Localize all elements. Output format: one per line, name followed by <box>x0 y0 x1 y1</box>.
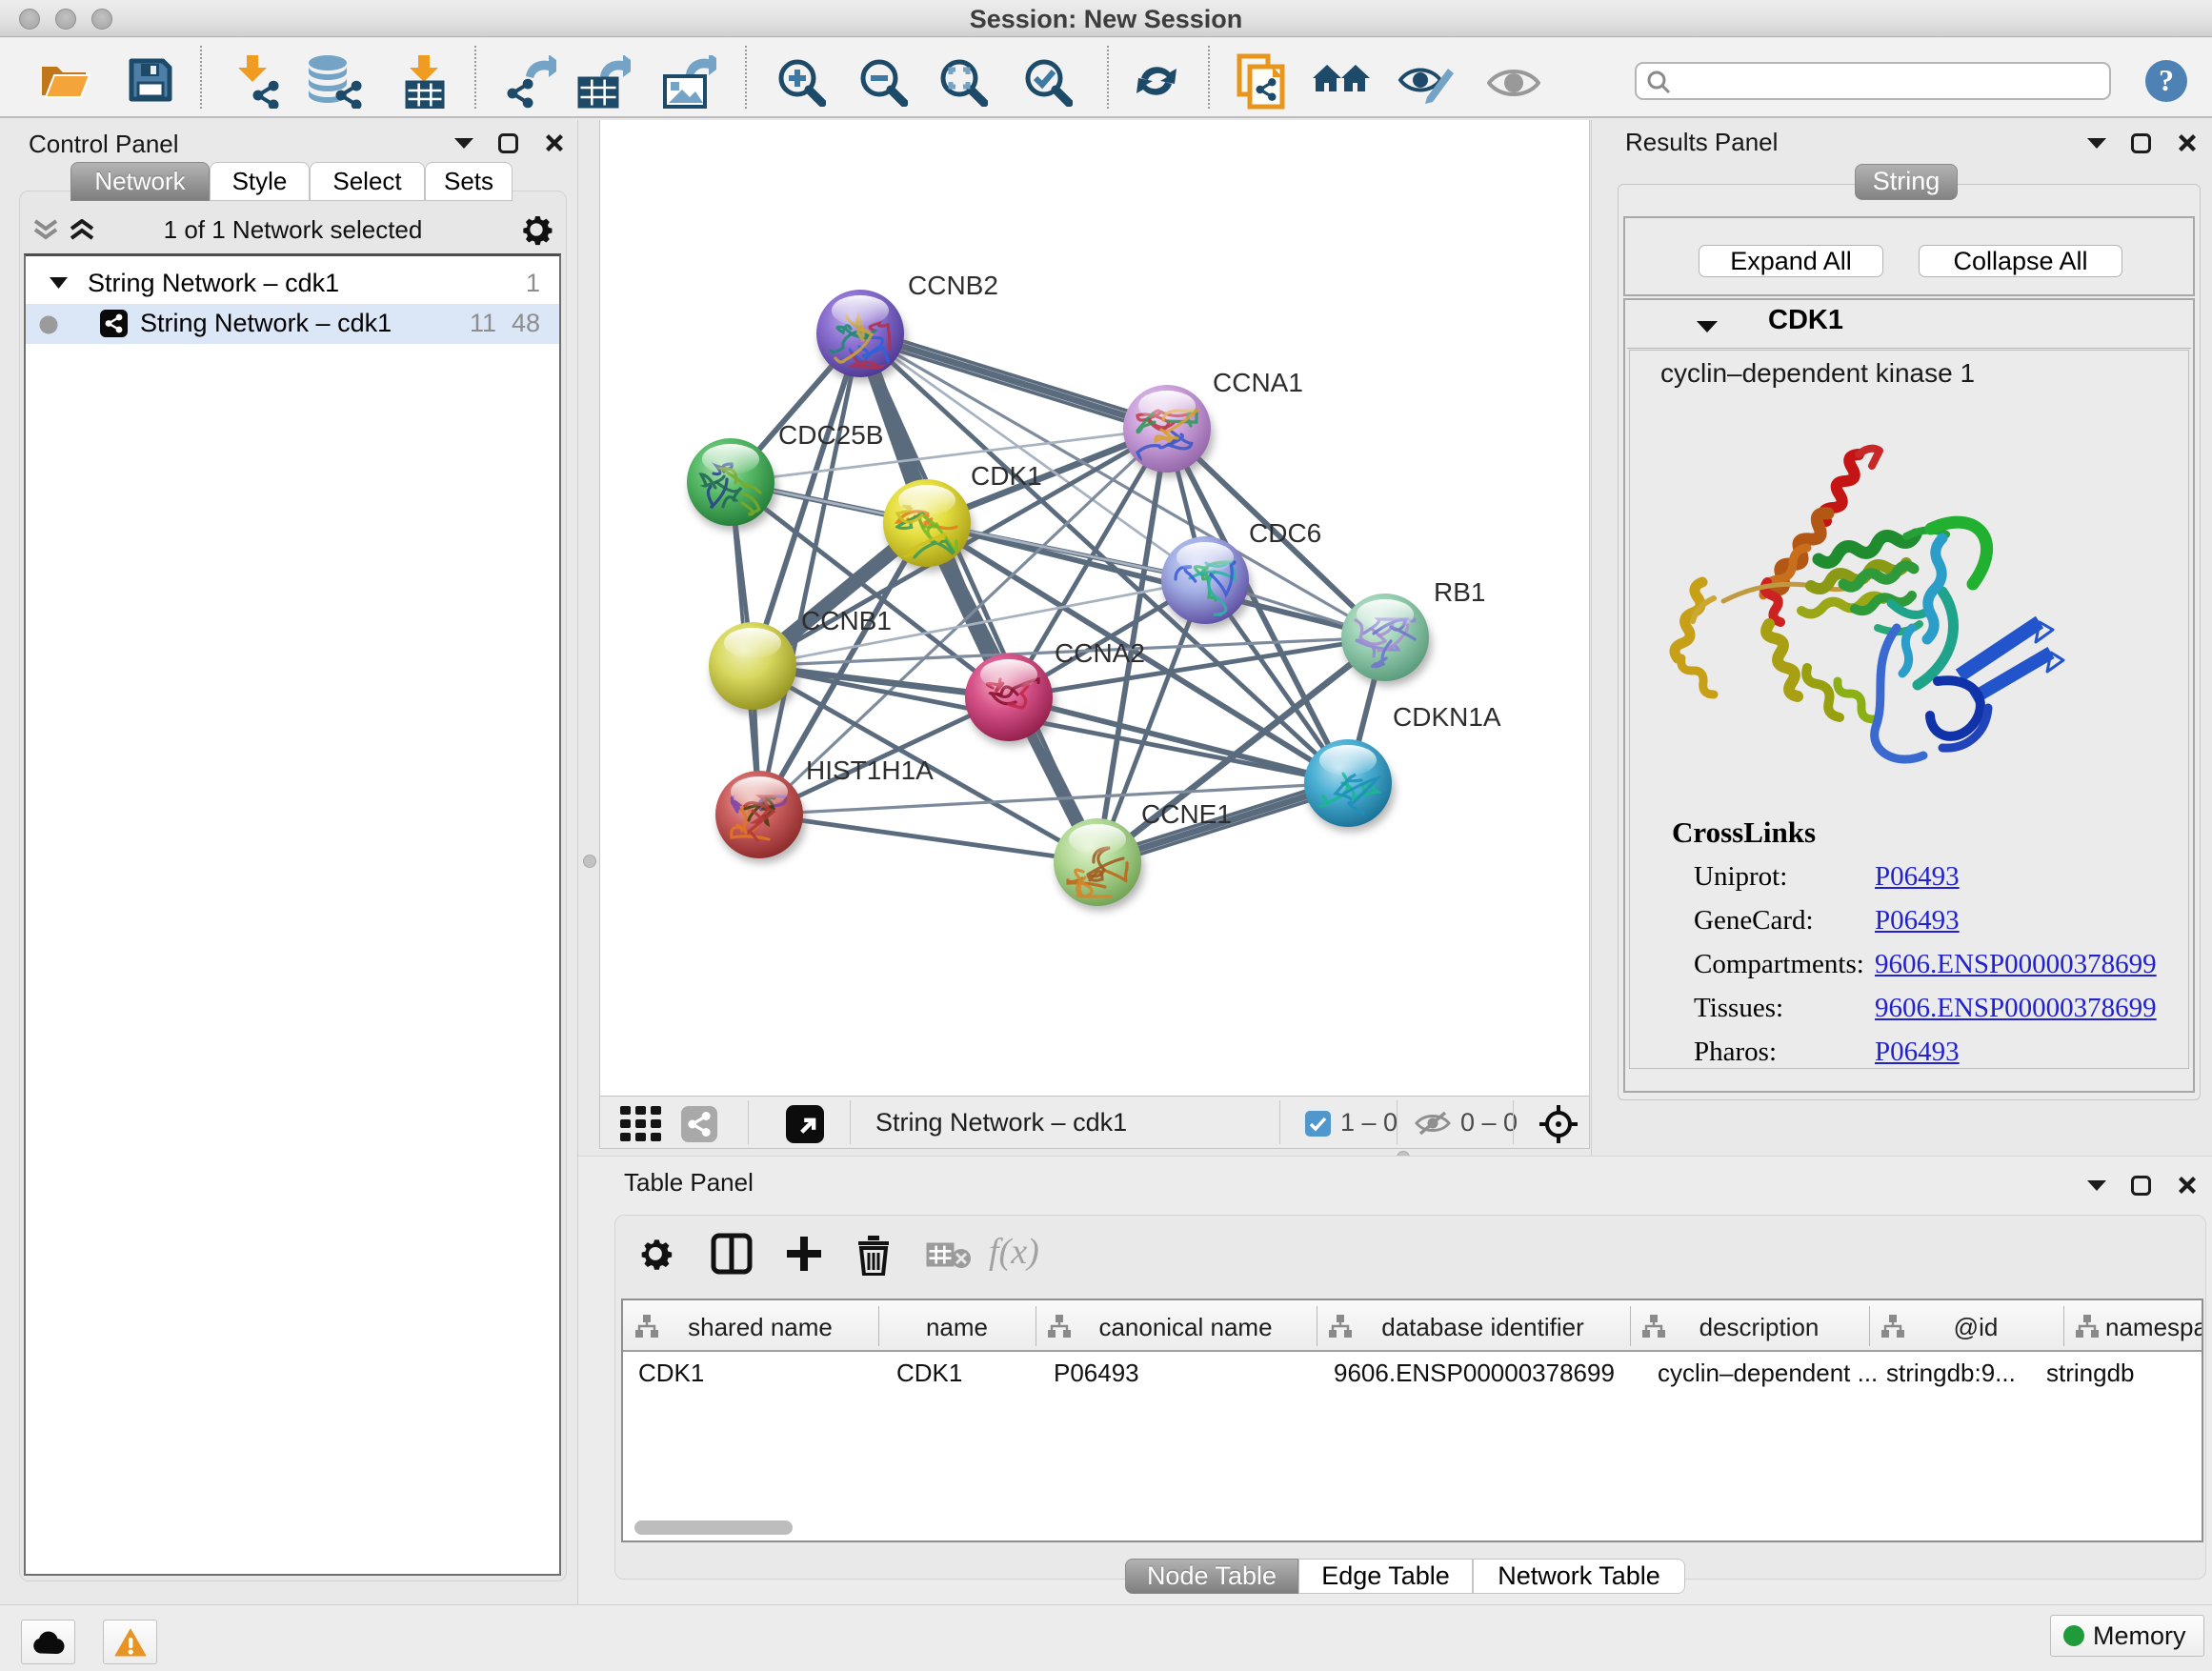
svg-text:CCNB2: CCNB2 <box>908 271 998 300</box>
svg-text:CDC25B: CDC25B <box>778 420 883 450</box>
svg-text:HIST1H1A: HIST1H1A <box>806 755 934 785</box>
svg-text:CCNA1: CCNA1 <box>1213 368 1303 397</box>
svg-text:?: ? <box>2159 63 2174 97</box>
svg-text:RB1: RB1 <box>1434 577 1485 607</box>
svg-text:CCNE1: CCNE1 <box>1141 799 1232 829</box>
svg-text:CDC6: CDC6 <box>1249 518 1321 548</box>
svg-text:CCNB1: CCNB1 <box>801 606 892 635</box>
svg-text:CDKN1A: CDKN1A <box>1393 702 1501 732</box>
svg-text:CCNA2: CCNA2 <box>1055 638 1145 668</box>
svg-text:CDK1: CDK1 <box>971 461 1042 491</box>
